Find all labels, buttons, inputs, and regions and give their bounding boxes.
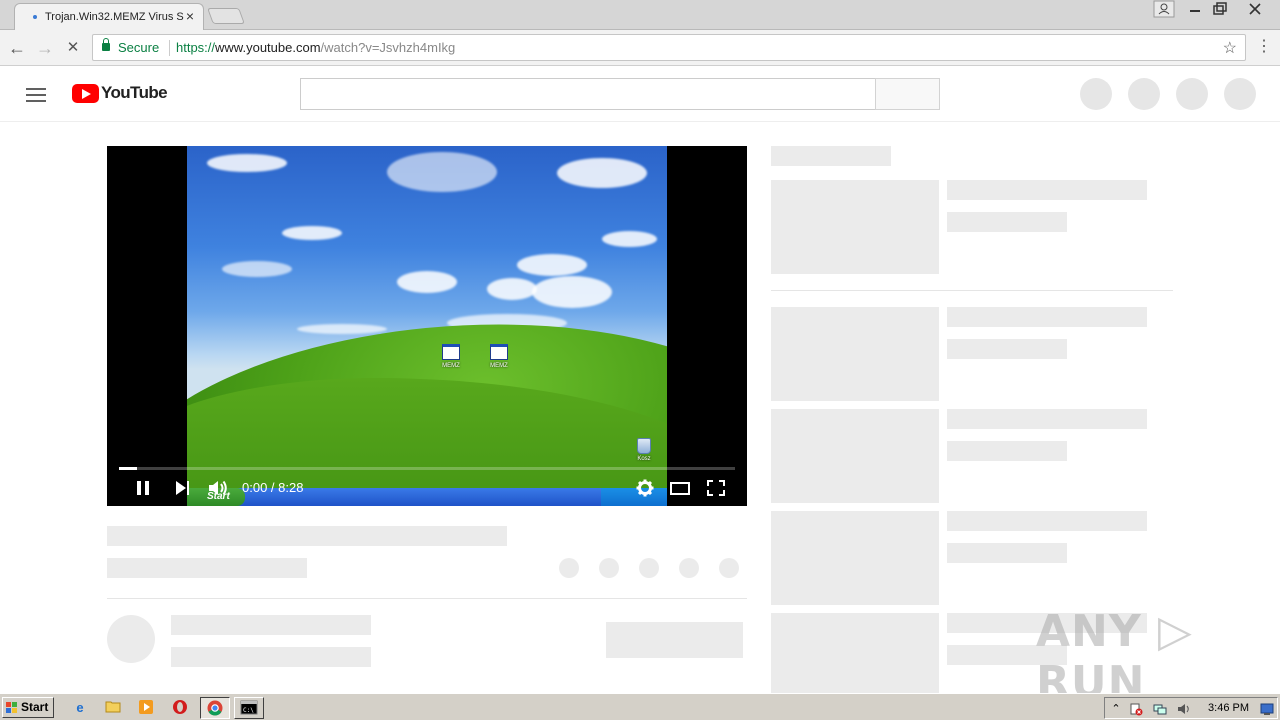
guide-menu-icon[interactable]: [26, 88, 46, 102]
recommended-thumbnail-placeholder[interactable]: [771, 409, 939, 503]
browser-tab-strip: Trojan.Win32.MEMZ Virus S ×: [0, 0, 1280, 30]
address-bar[interactable]: Secure https://www.youtube.com/watch?v=J…: [92, 34, 1246, 61]
profile-icon[interactable]: [1152, 0, 1176, 18]
lock-icon: [102, 38, 110, 51]
channel-name-placeholder: [171, 615, 371, 635]
volume-tray-icon[interactable]: [1177, 702, 1191, 716]
tray-clock[interactable]: 3:46 PM: [1208, 702, 1249, 714]
bookmark-star-icon[interactable]: ☆: [1223, 38, 1237, 58]
youtube-play-icon: [72, 83, 99, 103]
stop-icon[interactable]: ✕: [62, 37, 84, 59]
video-frame-xp-desktop: MEMZ MEMZ Kosz Start: [187, 146, 667, 506]
restore-icon[interactable]: [1208, 0, 1232, 18]
show-desktop-icon[interactable]: [1260, 702, 1274, 716]
system-tray: ⌃ 3:46 PM: [1104, 697, 1278, 719]
avatar-placeholder[interactable]: [1224, 78, 1256, 110]
channel-avatar-placeholder[interactable]: [107, 615, 155, 663]
video-title-placeholder: [107, 526, 507, 546]
recommended-meta-placeholder: [947, 339, 1067, 359]
theater-mode-button[interactable]: [670, 478, 690, 498]
desktop-icon-memz: MEMZ: [436, 344, 466, 369]
recommended-title-placeholder: [947, 307, 1147, 327]
media-player-icon[interactable]: [137, 699, 155, 717]
recycle-bin-icon: Kosz: [635, 438, 653, 462]
youtube-masthead: YouTube: [0, 66, 1280, 122]
forward-icon[interactable]: →: [34, 37, 56, 59]
minimize-icon[interactable]: [1183, 0, 1207, 18]
search-input[interactable]: [300, 78, 876, 110]
new-tab-button[interactable]: [207, 8, 245, 24]
browser-tab-active[interactable]: Trojan.Win32.MEMZ Virus S ×: [14, 3, 204, 30]
url-host: www.youtube.com: [215, 40, 321, 55]
tray-expand-icon[interactable]: ⌃: [1109, 702, 1123, 716]
recommended-title-placeholder: [947, 180, 1147, 200]
svg-text:C:\: C:\: [243, 707, 254, 714]
content-divider: [107, 598, 747, 599]
windows-taskbar: Start e C:\ ⌃ 3:46 PM: [0, 693, 1280, 720]
recommended-meta-placeholder: [947, 543, 1067, 563]
settings-gear-icon[interactable]: [635, 478, 655, 498]
tab-loading-icon: [33, 15, 37, 19]
tab-title: Trojan.Win32.MEMZ Virus S: [45, 11, 184, 23]
action-button-placeholder[interactable]: [599, 558, 619, 578]
video-player[interactable]: MEMZ MEMZ Kosz Start 0:00 / 8:28: [107, 146, 747, 506]
start-label: Start: [21, 700, 49, 714]
taskbar-cmd-button[interactable]: C:\: [234, 697, 264, 719]
desktop-icon-memz: MEMZ: [484, 344, 514, 369]
recommended-thumbnail-placeholder[interactable]: [771, 613, 939, 693]
action-button-placeholder[interactable]: [559, 558, 579, 578]
chrome-menu-icon[interactable]: ⋮: [1256, 37, 1272, 57]
header-action-placeholder[interactable]: [1080, 78, 1112, 110]
window-close-icon[interactable]: [1240, 0, 1270, 18]
xp-tray: [601, 488, 667, 506]
view-count-placeholder: [107, 558, 307, 578]
action-button-placeholder[interactable]: [639, 558, 659, 578]
pause-button[interactable]: [135, 478, 151, 498]
explorer-folder-icon[interactable]: [104, 699, 122, 717]
recommended-thumbnail-placeholder[interactable]: [771, 511, 939, 605]
next-video-button[interactable]: [175, 478, 191, 498]
recommended-title-placeholder: [947, 409, 1147, 429]
windows-flag-icon: [6, 702, 18, 713]
subscribe-button-placeholder[interactable]: [606, 622, 743, 658]
video-time-display: 0:00 / 8:28: [242, 480, 304, 495]
recommended-meta-placeholder: [947, 441, 1067, 461]
video-progress-played: [119, 467, 138, 470]
fullscreen-icon[interactable]: [707, 478, 725, 498]
ie-icon[interactable]: e: [71, 699, 89, 717]
header-action-placeholder[interactable]: [1176, 78, 1208, 110]
tab-close-icon[interactable]: ×: [183, 9, 197, 23]
youtube-logo[interactable]: YouTube: [72, 83, 168, 103]
omnibox-divider: [169, 40, 170, 56]
recommended-meta-placeholder: [947, 212, 1067, 232]
channel-subs-placeholder: [171, 647, 371, 667]
network-icon[interactable]: [1153, 702, 1167, 716]
action-button-placeholder[interactable]: [719, 558, 739, 578]
taskbar-chrome-button[interactable]: [200, 697, 230, 719]
start-button[interactable]: Start: [2, 697, 54, 718]
url-text[interactable]: https://www.youtube.com/watch?v=Jsvhzh4m…: [176, 40, 455, 55]
secure-label: Secure: [118, 40, 160, 55]
youtube-logo-text: YouTube: [101, 83, 168, 102]
recommended-thumbnail-placeholder[interactable]: [771, 180, 939, 274]
recommended-title-placeholder: [947, 511, 1147, 531]
url-path: /watch?v=Jsvhzh4mIkg: [320, 40, 456, 55]
action-button-placeholder[interactable]: [679, 558, 699, 578]
url-scheme: https://: [176, 40, 216, 55]
volume-icon[interactable]: [207, 478, 229, 498]
back-icon[interactable]: ←: [6, 37, 28, 59]
opera-icon[interactable]: [171, 699, 189, 717]
action-center-icon[interactable]: [1129, 702, 1143, 716]
header-action-placeholder[interactable]: [1128, 78, 1160, 110]
video-progress-bar[interactable]: [119, 467, 735, 470]
browser-toolbar: ← → ✕ Secure https://www.youtube.com/wat…: [0, 30, 1280, 66]
search-button[interactable]: [875, 78, 940, 110]
recommended-thumbnail-placeholder[interactable]: [771, 307, 939, 401]
up-next-label-placeholder: [771, 146, 891, 166]
sidebar-divider: [771, 290, 1173, 291]
